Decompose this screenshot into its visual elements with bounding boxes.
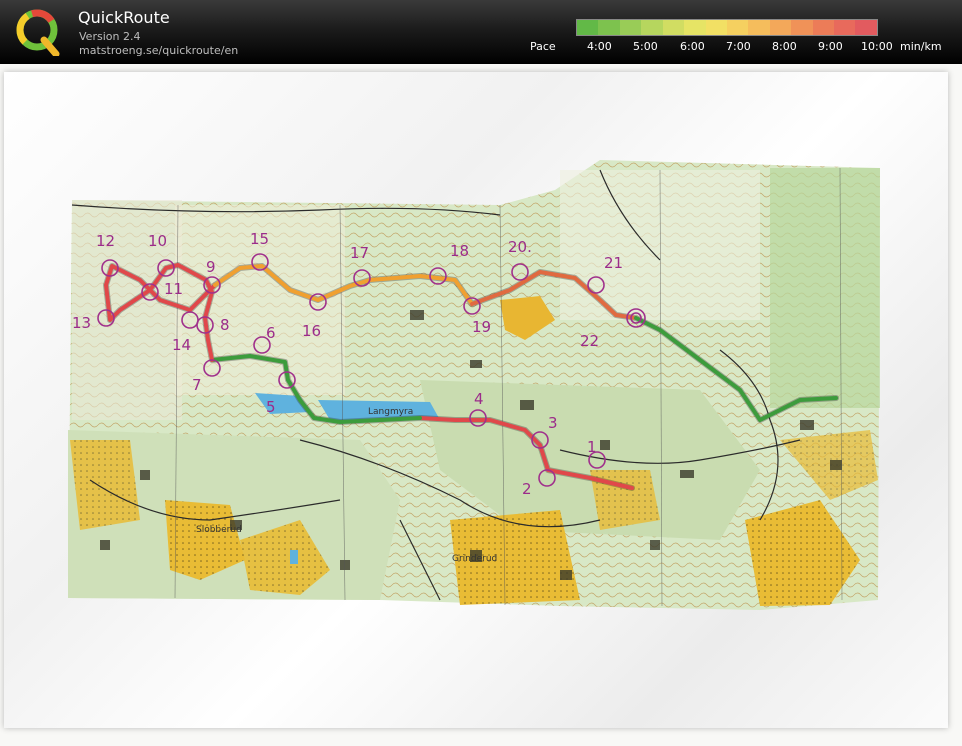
place-name: Grinderud — [452, 554, 497, 564]
place-name: Slobberud — [196, 525, 242, 535]
control-number: 7 — [192, 376, 202, 394]
control-number: 6 — [266, 324, 276, 342]
control-number: 14 — [172, 336, 191, 354]
control-number: 11 — [164, 280, 183, 298]
place-name: Langmyra — [368, 407, 413, 417]
control-number: 12 — [96, 232, 115, 250]
orienteering-map[interactable]: 1 2 3 4 5 6 7 8 9 10 11 12 13 14 15 16 1… — [0, 0, 962, 746]
control-number: 17 — [350, 244, 369, 262]
control-number: 10 — [148, 232, 167, 250]
control-number: 8 — [220, 316, 230, 334]
control-number: 19 — [472, 318, 491, 336]
control-number: 5 — [266, 398, 276, 416]
control-number: 1 — [587, 438, 597, 456]
control-number: 15 — [250, 230, 269, 248]
control-number: 16 — [302, 322, 321, 340]
control-number: 22 — [580, 332, 599, 350]
control-number: 3 — [548, 414, 558, 432]
control-number: 2 — [522, 480, 532, 498]
map-base — [68, 160, 880, 610]
control-number: 18 — [450, 242, 469, 260]
control-number: 21 — [604, 254, 623, 272]
control-number: 20. — [508, 238, 532, 256]
control-number: 4 — [474, 390, 484, 408]
control-number: 9 — [206, 258, 216, 276]
control-number: 13 — [72, 314, 91, 332]
